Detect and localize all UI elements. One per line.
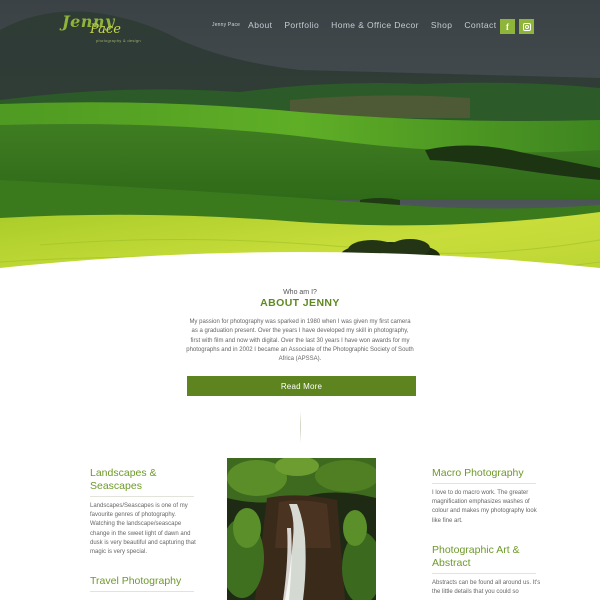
macro-title[interactable]: Macro Photography [432, 467, 552, 480]
landscapes-text: Landscapes/Seascapes is one of my favour… [90, 503, 196, 556]
macro-divider [432, 483, 536, 484]
travel-title[interactable]: Travel Photography [90, 575, 220, 588]
about-eyebrow: Who am I? [283, 289, 317, 296]
about-text: My passion for photography was sparked i… [186, 319, 414, 363]
abstract-text: Abstracts can be found all around us. It… [432, 580, 541, 596]
abstract-divider [432, 573, 536, 574]
read-more-button[interactable]: Read More [187, 376, 416, 396]
instagram-icon[interactable] [519, 19, 534, 34]
nav-item-contact[interactable]: Contact [464, 20, 496, 30]
logo-last-name: Pace [90, 22, 121, 37]
about-title: ABOUT JENNY [260, 297, 340, 309]
nav-home-link[interactable]: Jenny Pace [212, 22, 240, 28]
nav-item-shop[interactable]: Shop [431, 20, 452, 30]
landscapes-divider [90, 496, 194, 497]
section-divider [300, 411, 301, 443]
abstract-title[interactable]: Photographic Art & Abstract [432, 544, 532, 570]
main-nav: Jenny Pace About Portfolio Home & Office… [212, 20, 508, 30]
site-logo[interactable]: Jenny Pace photography & design [62, 12, 141, 46]
travel-divider [90, 591, 194, 592]
nav-item-home-office-decor[interactable]: Home & Office Decor [331, 20, 419, 30]
logo-subtitle: photography & design [96, 38, 141, 43]
nav-item-portfolio[interactable]: Portfolio [284, 20, 319, 30]
nav-item-about[interactable]: About [248, 20, 272, 30]
macro-text: I love to do macro work. The greater mag… [432, 490, 537, 524]
facebook-icon[interactable]: f [500, 19, 515, 34]
waterfall-photo [227, 458, 376, 600]
landscapes-title[interactable]: Landscapes & Seascapes [90, 467, 210, 493]
